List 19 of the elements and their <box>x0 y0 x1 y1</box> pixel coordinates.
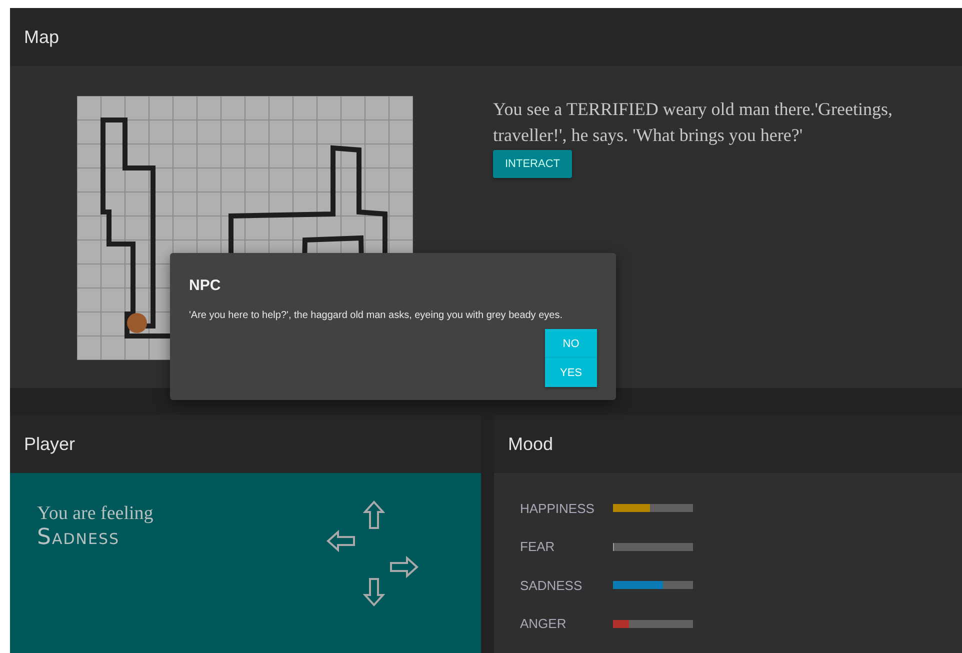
mood-label: FEAR <box>520 539 556 554</box>
down-arrow-icon[interactable] <box>363 577 385 607</box>
right-arrow-icon[interactable] <box>389 556 419 578</box>
up-arrow-icon[interactable] <box>363 500 385 530</box>
mood-label: ANGER <box>520 616 568 632</box>
feeling-label: You are feeling <box>37 503 154 525</box>
dialog-title: NPC <box>189 277 222 294</box>
mood-label: SADNESS <box>520 578 584 593</box>
feeling-value: Sadness <box>37 525 121 550</box>
dialog-message: 'Are you here to help?', the haggard old man asks, eyeing you with grey beady eyes. <box>189 310 564 321</box>
interact-button[interactable]: INTERACT <box>493 150 572 178</box>
panel-title: Mood <box>508 434 554 454</box>
description-text: You see a TERRIFIED weary old man there.'Greetings, traveller!', he says. 'What brings you here?' <box>493 98 894 147</box>
mood-label: HAPPINESS <box>520 500 596 516</box>
panel-title: Map <box>24 26 60 48</box>
panel-title: Player <box>24 434 76 454</box>
dialog-button[interactable]: YES <box>545 358 597 387</box>
left-arrow-icon[interactable] <box>326 530 356 552</box>
dialog-button[interactable]: NO <box>545 329 597 358</box>
